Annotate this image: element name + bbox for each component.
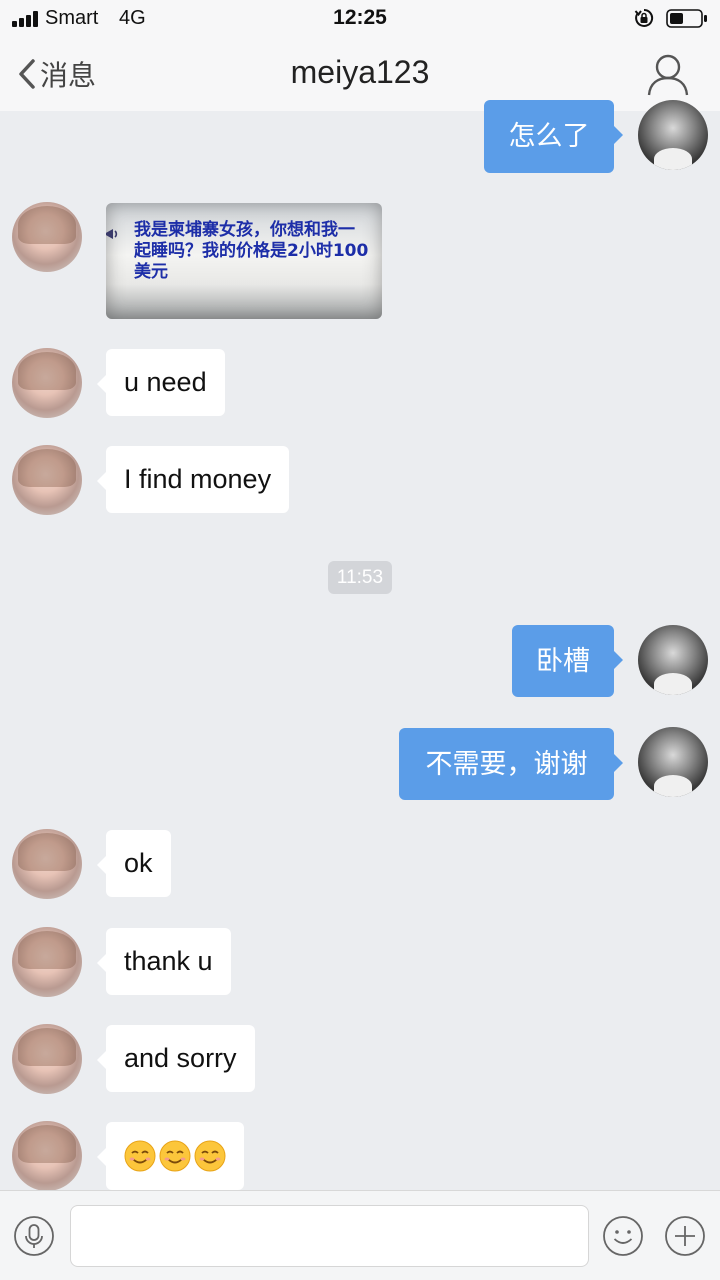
avatar[interactable]: [12, 1024, 82, 1094]
avatar[interactable]: [12, 927, 82, 997]
smiling-face-icon: [124, 1140, 156, 1172]
image-message[interactable]: 我是柬埔寨女孩，你想和我一起睡吗？我的价格是2小时100美元: [106, 203, 382, 319]
message-text: and sorry: [124, 1043, 237, 1073]
message-input[interactable]: [70, 1205, 589, 1267]
chevron-left-icon: [19, 59, 35, 89]
voice-wave-icon: [106, 229, 118, 239]
avatar[interactable]: [638, 727, 708, 797]
plus-icon[interactable]: [664, 1215, 706, 1257]
avatar[interactable]: [12, 1121, 82, 1191]
rotation-lock-icon: [634, 8, 654, 27]
message-text: thank u: [124, 946, 213, 976]
message-bubble-incoming[interactable]: [97, 1122, 244, 1190]
battery-icon: [666, 9, 707, 28]
smiling-face-icon: [159, 1140, 191, 1172]
message-text: 不需要，谢谢: [425, 748, 588, 779]
chat-title: meiya123: [290, 54, 430, 90]
avatar[interactable]: [12, 829, 82, 899]
message-bubble-outgoing[interactable]: 怎么了: [484, 100, 623, 173]
avatar[interactable]: [12, 348, 82, 418]
status-bar: Smart 4G 12:25: [0, 0, 720, 36]
timestamp-divider: 11:53: [328, 561, 392, 594]
message-bubble-incoming[interactable]: and sorry: [97, 1025, 255, 1092]
message-bubble-outgoing[interactable]: 卧槽: [512, 625, 623, 697]
message-bubble-incoming[interactable]: u need: [97, 349, 225, 416]
status-time: 12:25: [333, 6, 387, 29]
message-text: I find money: [124, 464, 272, 494]
message-text: u need: [124, 367, 207, 397]
back-button[interactable]: 消息: [18, 56, 96, 92]
smiling-face-icon: [194, 1140, 226, 1172]
microphone-icon[interactable]: [13, 1215, 55, 1257]
avatar[interactable]: [638, 100, 708, 170]
avatar[interactable]: [638, 625, 708, 695]
person-icon[interactable]: [644, 50, 692, 98]
avatar[interactable]: [12, 445, 82, 515]
back-label: 消息: [40, 60, 97, 91]
message-bubble-outgoing[interactable]: 不需要，谢谢: [399, 728, 623, 800]
avatar[interactable]: [12, 202, 82, 272]
message-text: 卧槽: [536, 645, 590, 676]
emoji-face-icon[interactable]: [602, 1215, 644, 1257]
message-text: ok: [124, 848, 153, 878]
message-bubble-incoming[interactable]: thank u: [97, 928, 231, 995]
input-bar: [0, 1190, 720, 1280]
message-bubble-incoming[interactable]: ok: [97, 830, 171, 897]
chat-header: 消息 meiya123: [0, 36, 720, 111]
message-text: 怎么了: [508, 121, 590, 151]
image-caption: 我是柬埔寨女孩，你想和我一起睡吗？我的价格是2小时100美元: [134, 220, 369, 282]
message-bubble-incoming[interactable]: I find money: [96, 446, 290, 513]
